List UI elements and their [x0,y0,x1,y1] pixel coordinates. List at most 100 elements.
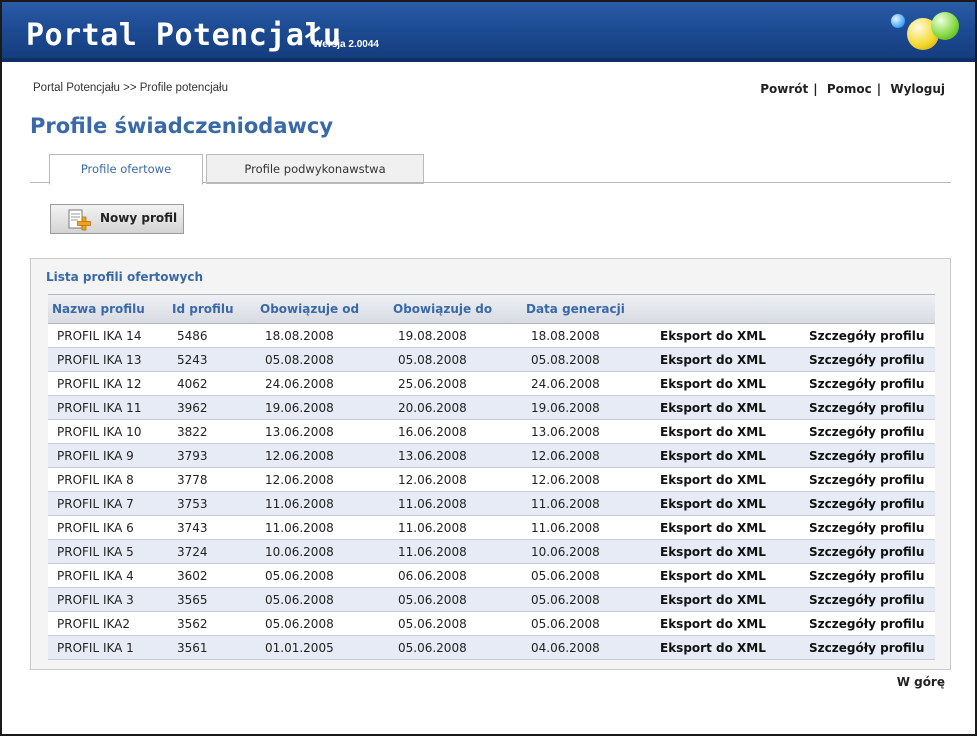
col-header-to: Obowiązuje do [389,294,522,324]
col-header-generated: Data generacji [522,294,651,324]
generated-date-cell: 12.06.2008 [522,467,651,492]
top-links: Powrót | Pomoc | Wyloguj [760,82,945,96]
profile-details-link[interactable]: Szczegóły profilu [800,467,935,492]
profile-details-link[interactable]: Szczegóły profilu [800,539,935,564]
export-xml-link[interactable]: Eksport do XML [651,515,800,540]
valid-from-cell: 19.06.2008 [256,395,389,420]
valid-to-cell: 11.06.2008 [389,491,522,516]
tab-profile-ofertowe[interactable]: Profile ofertowe [49,154,203,185]
profile-details-link[interactable]: Szczegóły profilu [800,587,935,612]
valid-to-cell: 16.06.2008 [389,419,522,444]
table-row: PROFIL IKA 7 3753 11.06.2008 11.06.2008 11.0… [48,491,935,516]
profile-id-cell: 3778 [168,467,256,492]
profile-id-cell: 3602 [168,563,256,588]
generated-date-cell: 05.08.2008 [522,347,651,372]
col-header-from: Obowiązuje od [256,294,389,324]
table-row: PROFIL IKA 13 5243 05.08.2008 05.08.2008 05.… [48,347,935,372]
profile-details-link[interactable]: Szczegóły profilu [800,419,935,444]
profile-name-cell: PROFIL IKA2 [48,611,168,636]
valid-from-cell: 12.06.2008 [256,467,389,492]
valid-from-cell: 11.06.2008 [256,491,389,516]
valid-to-cell: 11.06.2008 [389,515,522,540]
generated-date-cell: 19.06.2008 [522,395,651,420]
generated-date-cell: 12.06.2008 [522,443,651,468]
export-xml-link[interactable]: Eksport do XML [651,635,800,660]
valid-to-cell: 13.06.2008 [389,443,522,468]
export-xml-link[interactable]: Eksport do XML [651,611,800,636]
help-link[interactable]: Pomoc [827,82,872,96]
profile-details-link[interactable]: Szczegóły profilu [800,563,935,588]
valid-from-cell: 13.06.2008 [256,419,389,444]
profile-details-link[interactable]: Szczegóły profilu [800,395,935,420]
export-xml-link[interactable]: Eksport do XML [651,563,800,588]
export-xml-link[interactable]: Eksport do XML [651,491,800,516]
profile-name-cell: PROFIL IKA 4 [48,563,168,588]
table-row: PROFIL IKA 4 3602 05.06.2008 06.06.2008 05.0… [48,563,935,588]
profile-details-link[interactable]: Szczegóły profilu [800,347,935,372]
separator: | [876,82,882,96]
profile-id-cell: 3753 [168,491,256,516]
valid-from-cell: 24.06.2008 [256,371,389,396]
valid-to-cell: 05.08.2008 [389,347,522,372]
profile-name-cell: PROFIL IKA 6 [48,515,168,540]
valid-to-cell: 05.06.2008 [389,611,522,636]
app-version: Wersja 2.0044 [313,39,379,50]
tab-profile-podwykonawstwa[interactable]: Profile podwykonawstwa [206,154,424,184]
valid-from-cell: 10.06.2008 [256,539,389,564]
valid-from-cell: 05.06.2008 [256,563,389,588]
profile-details-link[interactable]: Szczegóły profilu [800,611,935,636]
new-profile-button[interactable]: Nowy profil [50,204,184,234]
export-xml-link[interactable]: Eksport do XML [651,443,800,468]
profile-id-cell: 3724 [168,539,256,564]
valid-to-cell: 05.06.2008 [389,635,522,660]
export-xml-link[interactable]: Eksport do XML [651,539,800,564]
new-profile-label: Nowy profil [100,211,178,225]
export-xml-link[interactable]: Eksport do XML [651,395,800,420]
col-header-id: Id profilu [168,294,256,324]
export-xml-link[interactable]: Eksport do XML [651,419,800,444]
logout-link[interactable]: Wyloguj [890,82,945,96]
profile-name-cell: PROFIL IKA 1 [48,635,168,660]
generated-date-cell: 05.06.2008 [522,587,651,612]
col-header-name: Nazwa profilu [48,294,168,324]
valid-to-cell: 05.06.2008 [389,587,522,612]
profile-details-link[interactable]: Szczegóły profilu [800,323,935,348]
profile-details-link[interactable]: Szczegóły profilu [800,371,935,396]
profile-details-link[interactable]: Szczegóły profilu [800,491,935,516]
profile-details-link[interactable]: Szczegóły profilu [800,443,935,468]
valid-to-cell: 06.06.2008 [389,563,522,588]
profile-details-link[interactable]: Szczegóły profilu [800,515,935,540]
header-bar: Portal Potencjału Wersja 2.0044 [2,2,975,62]
col-header-export [651,294,800,324]
generated-date-cell: 10.06.2008 [522,539,651,564]
export-xml-link[interactable]: Eksport do XML [651,347,800,372]
table-row: PROFIL IKA 14 5486 18.08.2008 19.08.2008 18.… [48,323,935,348]
table-header-row: Nazwa profilu Id profilu Obowiązuje od O… [48,294,935,324]
profile-name-cell: PROFIL IKA 9 [48,443,168,468]
colored-balls-logo-icon [891,8,959,52]
generated-date-cell: 18.08.2008 [522,323,651,348]
profile-id-cell: 3962 [168,395,256,420]
valid-from-cell: 05.06.2008 [256,611,389,636]
back-link[interactable]: Powrót [760,82,808,96]
valid-to-cell: 20.06.2008 [389,395,522,420]
profile-details-link[interactable]: Szczegóły profilu [800,635,935,660]
profile-id-cell: 3565 [168,587,256,612]
valid-from-cell: 11.06.2008 [256,515,389,540]
back-to-top-link[interactable]: W górę [897,675,945,689]
export-xml-link[interactable]: Eksport do XML [651,467,800,492]
profile-name-cell: PROFIL IKA 8 [48,467,168,492]
table-row: PROFIL IKA 5 3724 10.06.2008 11.06.2008 10.0… [48,539,935,564]
separator: | [813,82,818,96]
valid-to-cell: 11.06.2008 [389,539,522,564]
export-xml-link[interactable]: Eksport do XML [651,587,800,612]
profile-id-cell: 3822 [168,419,256,444]
profile-id-cell: 5243 [168,347,256,372]
table-row: PROFIL IKA 11 3962 19.06.2008 20.06.2008 19.… [48,395,935,420]
app-title: Portal Potencjału [26,18,342,53]
table-row: PROFIL IKA2 3562 05.06.2008 05.06.2008 05.06… [48,611,935,636]
valid-from-cell: 18.08.2008 [256,323,389,348]
export-xml-link[interactable]: Eksport do XML [651,323,800,348]
profile-id-cell: 3561 [168,635,256,660]
export-xml-link[interactable]: Eksport do XML [651,371,800,396]
